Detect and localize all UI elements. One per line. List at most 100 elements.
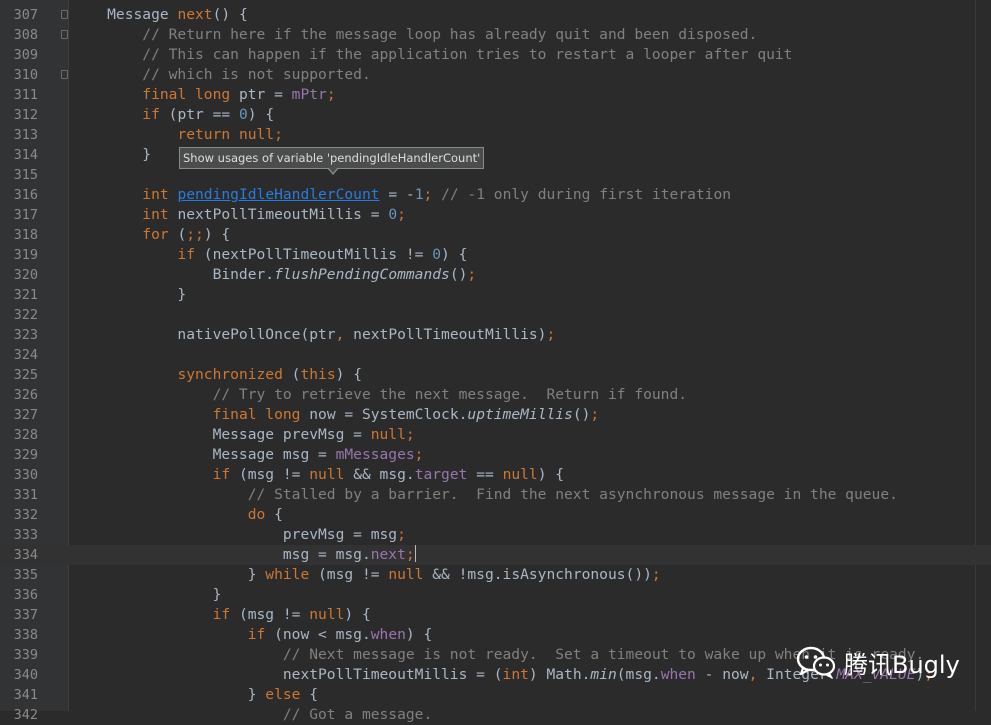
code-text[interactable]: int nextPollTimeoutMillis = 0; [72, 205, 406, 225]
code-text[interactable]: msg = msg.next; [72, 545, 416, 565]
code-line[interactable]: 334 msg = msg.next; [0, 545, 991, 565]
code-line[interactable]: 326 // Try to retrieve the next message.… [0, 385, 991, 405]
code-line[interactable]: 321 } [0, 285, 991, 305]
code-token: int [142, 186, 178, 203]
code-line[interactable]: 310 // which is not supported. [0, 65, 991, 85]
code-line[interactable]: 335 } while (msg != null && !msg.isAsync… [0, 565, 991, 585]
code-token: ) { [344, 606, 371, 623]
code-text[interactable]: prevMsg = msg; [72, 525, 406, 545]
code-text[interactable]: Message next() { [72, 5, 248, 25]
code-line[interactable]: 324 [0, 345, 991, 365]
code-line[interactable]: 317 int nextPollTimeoutMillis = 0; [0, 205, 991, 225]
code-text[interactable]: final long ptr = mPtr; [72, 85, 335, 105]
code-token: nextPollTimeoutMillis = ( [72, 666, 503, 683]
code-text[interactable]: // Got a message. [72, 705, 432, 725]
code-token: } [72, 286, 187, 303]
code-line[interactable]: 330 if (msg != null && msg.target == nul… [0, 465, 991, 485]
line-number: 328 [13, 427, 38, 443]
code-token: final long [142, 86, 239, 103]
code-line[interactable]: 319 if (nextPollTimeoutMillis != 0) { [0, 245, 991, 265]
code-text[interactable]: // Return here if the message loop has a… [72, 25, 757, 45]
code-line[interactable]: 309 // This can happen if the applicatio… [0, 45, 991, 65]
code-text[interactable]: if (msg != null && msg.target == null) { [72, 465, 565, 485]
code-line[interactable]: 323 nativePollOnce(ptr, nextPollTimeoutM… [0, 325, 991, 345]
code-token: ) { [335, 366, 362, 383]
code-line[interactable]: 337 if (msg != null) { [0, 605, 991, 625]
code-token: ptr = [238, 86, 292, 103]
code-text[interactable]: if (nextPollTimeoutMillis != 0) { [72, 245, 467, 265]
code-text[interactable]: // which is not supported. [72, 65, 370, 85]
code-text[interactable]: for (;;) { [72, 225, 230, 245]
code-line[interactable]: 327 final long now = SystemClock.uptimeM… [0, 405, 991, 425]
code-text[interactable]: return null; [72, 125, 282, 145]
code-text[interactable]: synchronized (this) { [72, 365, 362, 385]
code-text[interactable]: } while (msg != null && !msg.isAsynchron… [72, 565, 661, 585]
code-token: 1 [414, 186, 424, 203]
code-line[interactable]: 316 int pendingIdleHandlerCount = -1; //… [0, 185, 991, 205]
code-text[interactable]: } [72, 145, 151, 165]
code-token: (ptr == [168, 106, 239, 123]
code-editor[interactable]: 307 Message next() {308 // Return here i… [0, 5, 991, 725]
line-number: 308 [13, 27, 38, 43]
code-line[interactable]: 342 // Got a message. [0, 705, 991, 725]
code-token: Message [72, 6, 178, 23]
code-token: ; [467, 266, 477, 283]
code-line[interactable]: 333 prevMsg = msg; [0, 525, 991, 545]
code-line[interactable]: 307 Message next() { [0, 5, 991, 25]
code-line[interactable]: 328 Message prevMsg = null; [0, 425, 991, 445]
code-text[interactable]: } [72, 285, 186, 305]
code-text[interactable]: nativePollOnce(ptr, nextPollTimeoutMilli… [72, 325, 555, 345]
code-line[interactable]: 315 [0, 165, 991, 185]
code-token: = - [379, 186, 415, 203]
code-text[interactable]: Message msg = mMessages; [72, 445, 424, 465]
code-line[interactable]: 322 [0, 305, 991, 325]
code-line[interactable]: 341 } else { [0, 685, 991, 705]
code-line[interactable]: 308 // Return here if the message loop h… [0, 25, 991, 45]
code-line[interactable]: 325 synchronized (this) { [0, 365, 991, 385]
code-token: nextPollTimeoutMillis) [353, 326, 547, 343]
code-line[interactable]: 313 return null; [0, 125, 991, 145]
code-line[interactable]: 312 if (ptr == 0) { [0, 105, 991, 125]
code-text[interactable]: } else { [72, 685, 318, 705]
fold-marker-icon[interactable] [61, 70, 68, 79]
code-token: uptimeMillis [467, 406, 573, 423]
code-line[interactable]: 331 // Stalled by a barrier. Find the ne… [0, 485, 991, 505]
code-text[interactable]: if (now < msg.when) { [72, 625, 433, 645]
code-line[interactable]: 318 for (;;) { [0, 225, 991, 245]
line-number: 331 [13, 487, 38, 503]
code-line[interactable]: 329 Message msg = mMessages; [0, 445, 991, 465]
code-token: ; [651, 566, 661, 583]
code-token: synchronized [177, 366, 292, 383]
code-text[interactable]: if (ptr == 0) { [72, 105, 274, 125]
code-token: mPtr [291, 86, 327, 103]
code-text[interactable]: do { [72, 505, 283, 525]
variable-link[interactable]: pendingIdleHandlerCount [177, 186, 379, 203]
code-text[interactable]: Binder.flushPendingCommands(); [72, 265, 477, 285]
code-token: next [177, 6, 213, 23]
code-text[interactable]: int pendingIdleHandlerCount = -1; // -1 … [72, 185, 731, 205]
fold-marker-icon[interactable] [61, 10, 68, 19]
code-line[interactable]: 311 final long ptr = mPtr; [0, 85, 991, 105]
code-token: // Return here if the message loop has a… [72, 26, 758, 43]
code-line[interactable]: 320 Binder.flushPendingCommands(); [0, 265, 991, 285]
code-text[interactable]: if (msg != null) { [72, 605, 371, 625]
code-text[interactable]: } [72, 585, 222, 605]
code-text[interactable]: // Try to retrieve the next message. Ret… [72, 385, 687, 405]
code-token: && msg. [353, 466, 415, 483]
code-text[interactable]: final long now = SystemClock.uptimeMilli… [72, 405, 600, 425]
code-line[interactable]: 336 } [0, 585, 991, 605]
fold-marker-icon[interactable] [61, 30, 68, 39]
line-number: 324 [13, 347, 38, 363]
code-token: if [212, 466, 239, 483]
code-text[interactable]: // This can happen if the application tr… [72, 45, 792, 65]
code-token: else [265, 686, 310, 703]
code-line[interactable]: 314 } [0, 145, 991, 165]
code-text[interactable]: Message prevMsg = null; [72, 425, 415, 445]
code-line[interactable]: 332 do { [0, 505, 991, 525]
usage-tooltip: Show usages of variable 'pendingIdleHand… [179, 147, 485, 169]
code-token: 0 [238, 106, 248, 123]
code-text[interactable]: // Stalled by a barrier. Find the next a… [72, 485, 898, 505]
line-number: 313 [13, 127, 38, 143]
code-token: null [502, 466, 538, 483]
